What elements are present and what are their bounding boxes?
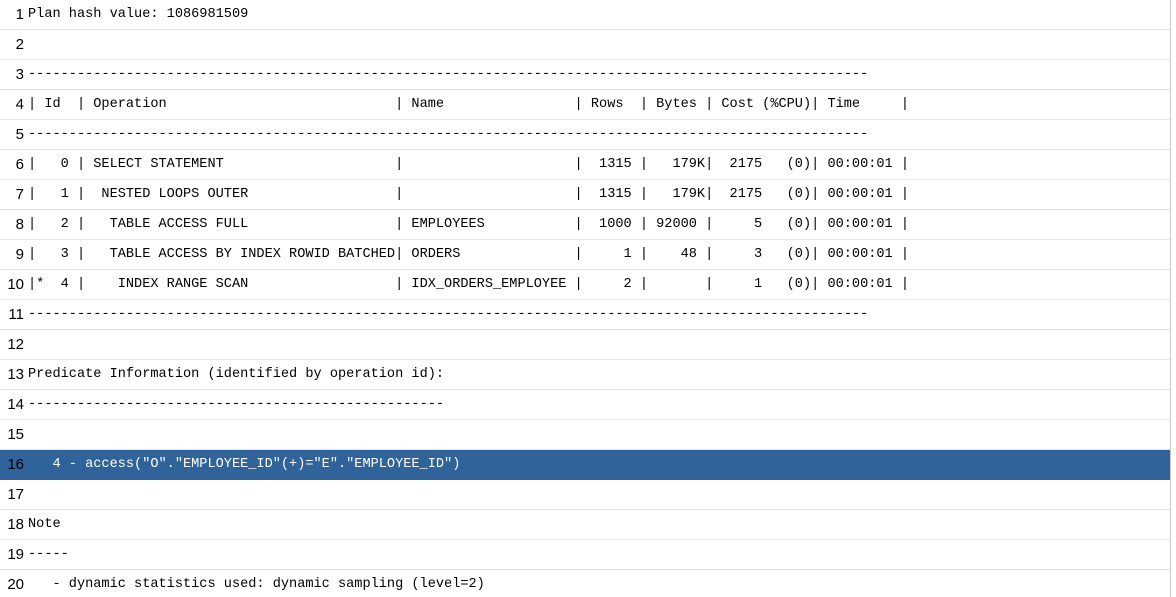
grid-row-11[interactable]: 11 -------------------------------------… <box>0 300 1170 330</box>
plan-text-cell[interactable]: | 2 | TABLE ACCESS FULL | EMPLOYEES | 10… <box>28 210 1168 239</box>
plan-text-cell[interactable]: | 3 | TABLE ACCESS BY INDEX ROWID BATCHE… <box>28 240 1168 269</box>
row-number: 13 <box>7 366 24 383</box>
plan-text-cell[interactable]: |* 4 | INDEX RANGE SCAN | IDX_ORDERS_EMP… <box>28 270 1168 299</box>
grid-row-16-selected[interactable]: 16 4 - access("O"."EMPLOYEE_ID"(+)="E"."… <box>0 450 1170 480</box>
plan-text-cell[interactable]: - dynamic statistics used: dynamic sampl… <box>28 570 1168 597</box>
grid-row-8[interactable]: 8 | 2 | TABLE ACCESS FULL | EMPLOYEES | … <box>0 210 1170 240</box>
plan-output-grid[interactable]: 1 Plan hash value: 1086981509 2 3 ------… <box>0 0 1171 597</box>
row-number: 16 <box>7 456 24 473</box>
grid-row-18[interactable]: 18 Note <box>0 510 1170 540</box>
plan-text-cell[interactable]: ----------------------------------------… <box>28 390 1168 419</box>
grid-row-7[interactable]: 7 | 1 | NESTED LOOPS OUTER | | 1315 | 17… <box>0 180 1170 210</box>
grid-row-6[interactable]: 6 | 0 | SELECT STATEMENT | | 1315 | 179K… <box>0 150 1170 180</box>
row-number: 18 <box>7 516 24 533</box>
grid-row-15[interactable]: 15 <box>0 420 1170 450</box>
plan-text-cell[interactable]: 4 - access("O"."EMPLOYEE_ID"(+)="E"."EMP… <box>28 450 1168 479</box>
row-number: 4 <box>15 96 24 113</box>
plan-text-cell[interactable]: Note <box>28 510 1168 539</box>
row-number: 2 <box>15 36 24 53</box>
grid-row-20[interactable]: 20 - dynamic statistics used: dynamic sa… <box>0 570 1170 597</box>
row-number: 5 <box>15 126 24 143</box>
row-number: 8 <box>15 216 24 233</box>
grid-row-9[interactable]: 9 | 3 | TABLE ACCESS BY INDEX ROWID BATC… <box>0 240 1170 270</box>
row-number: 9 <box>15 246 24 263</box>
row-number: 3 <box>15 66 24 83</box>
plan-text-cell[interactable] <box>28 420 1168 449</box>
row-number: 6 <box>15 156 24 173</box>
grid-row-5[interactable]: 5 --------------------------------------… <box>0 120 1170 150</box>
plan-text-cell[interactable]: Plan hash value: 1086981509 <box>28 0 1168 29</box>
plan-text-cell[interactable]: ----------------------------------------… <box>28 60 1168 89</box>
row-number: 17 <box>7 486 24 503</box>
row-number: 19 <box>7 546 24 563</box>
grid-row-2[interactable]: 2 <box>0 30 1170 60</box>
grid-row-19[interactable]: 19 ----- <box>0 540 1170 570</box>
grid-row-4[interactable]: 4 | Id | Operation | Name | Rows | Bytes… <box>0 90 1170 120</box>
plan-text-cell[interactable]: | 1 | NESTED LOOPS OUTER | | 1315 | 179K… <box>28 180 1168 209</box>
plan-text-cell[interactable]: ----- <box>28 540 1168 569</box>
row-number: 14 <box>7 396 24 413</box>
grid-row-1[interactable]: 1 Plan hash value: 1086981509 <box>0 0 1170 30</box>
plan-text-cell[interactable]: | 0 | SELECT STATEMENT | | 1315 | 179K| … <box>28 150 1168 179</box>
plan-text-cell[interactable] <box>28 480 1168 509</box>
grid-row-13[interactable]: 13 Predicate Information (identified by … <box>0 360 1170 390</box>
row-number: 20 <box>7 576 24 593</box>
grid-row-10[interactable]: 10 |* 4 | INDEX RANGE SCAN | IDX_ORDERS_… <box>0 270 1170 300</box>
grid-row-14[interactable]: 14 -------------------------------------… <box>0 390 1170 420</box>
row-number: 12 <box>7 336 24 353</box>
row-number: 10 <box>7 276 24 293</box>
plan-text-cell[interactable]: ----------------------------------------… <box>28 300 1168 329</box>
grid-row-12[interactable]: 12 <box>0 330 1170 360</box>
row-number: 11 <box>8 306 24 323</box>
grid-row-3[interactable]: 3 --------------------------------------… <box>0 60 1170 90</box>
row-number: 7 <box>15 186 24 203</box>
plan-text-cell[interactable] <box>28 330 1168 359</box>
grid-row-17[interactable]: 17 <box>0 480 1170 510</box>
row-number: 1 <box>15 6 24 23</box>
plan-text-cell[interactable]: ----------------------------------------… <box>28 120 1168 149</box>
plan-text-cell[interactable] <box>28 30 1168 59</box>
plan-text-cell[interactable]: | Id | Operation | Name | Rows | Bytes |… <box>28 90 1168 119</box>
plan-text-cell[interactable]: Predicate Information (identified by ope… <box>28 360 1168 389</box>
row-number: 15 <box>7 426 24 443</box>
